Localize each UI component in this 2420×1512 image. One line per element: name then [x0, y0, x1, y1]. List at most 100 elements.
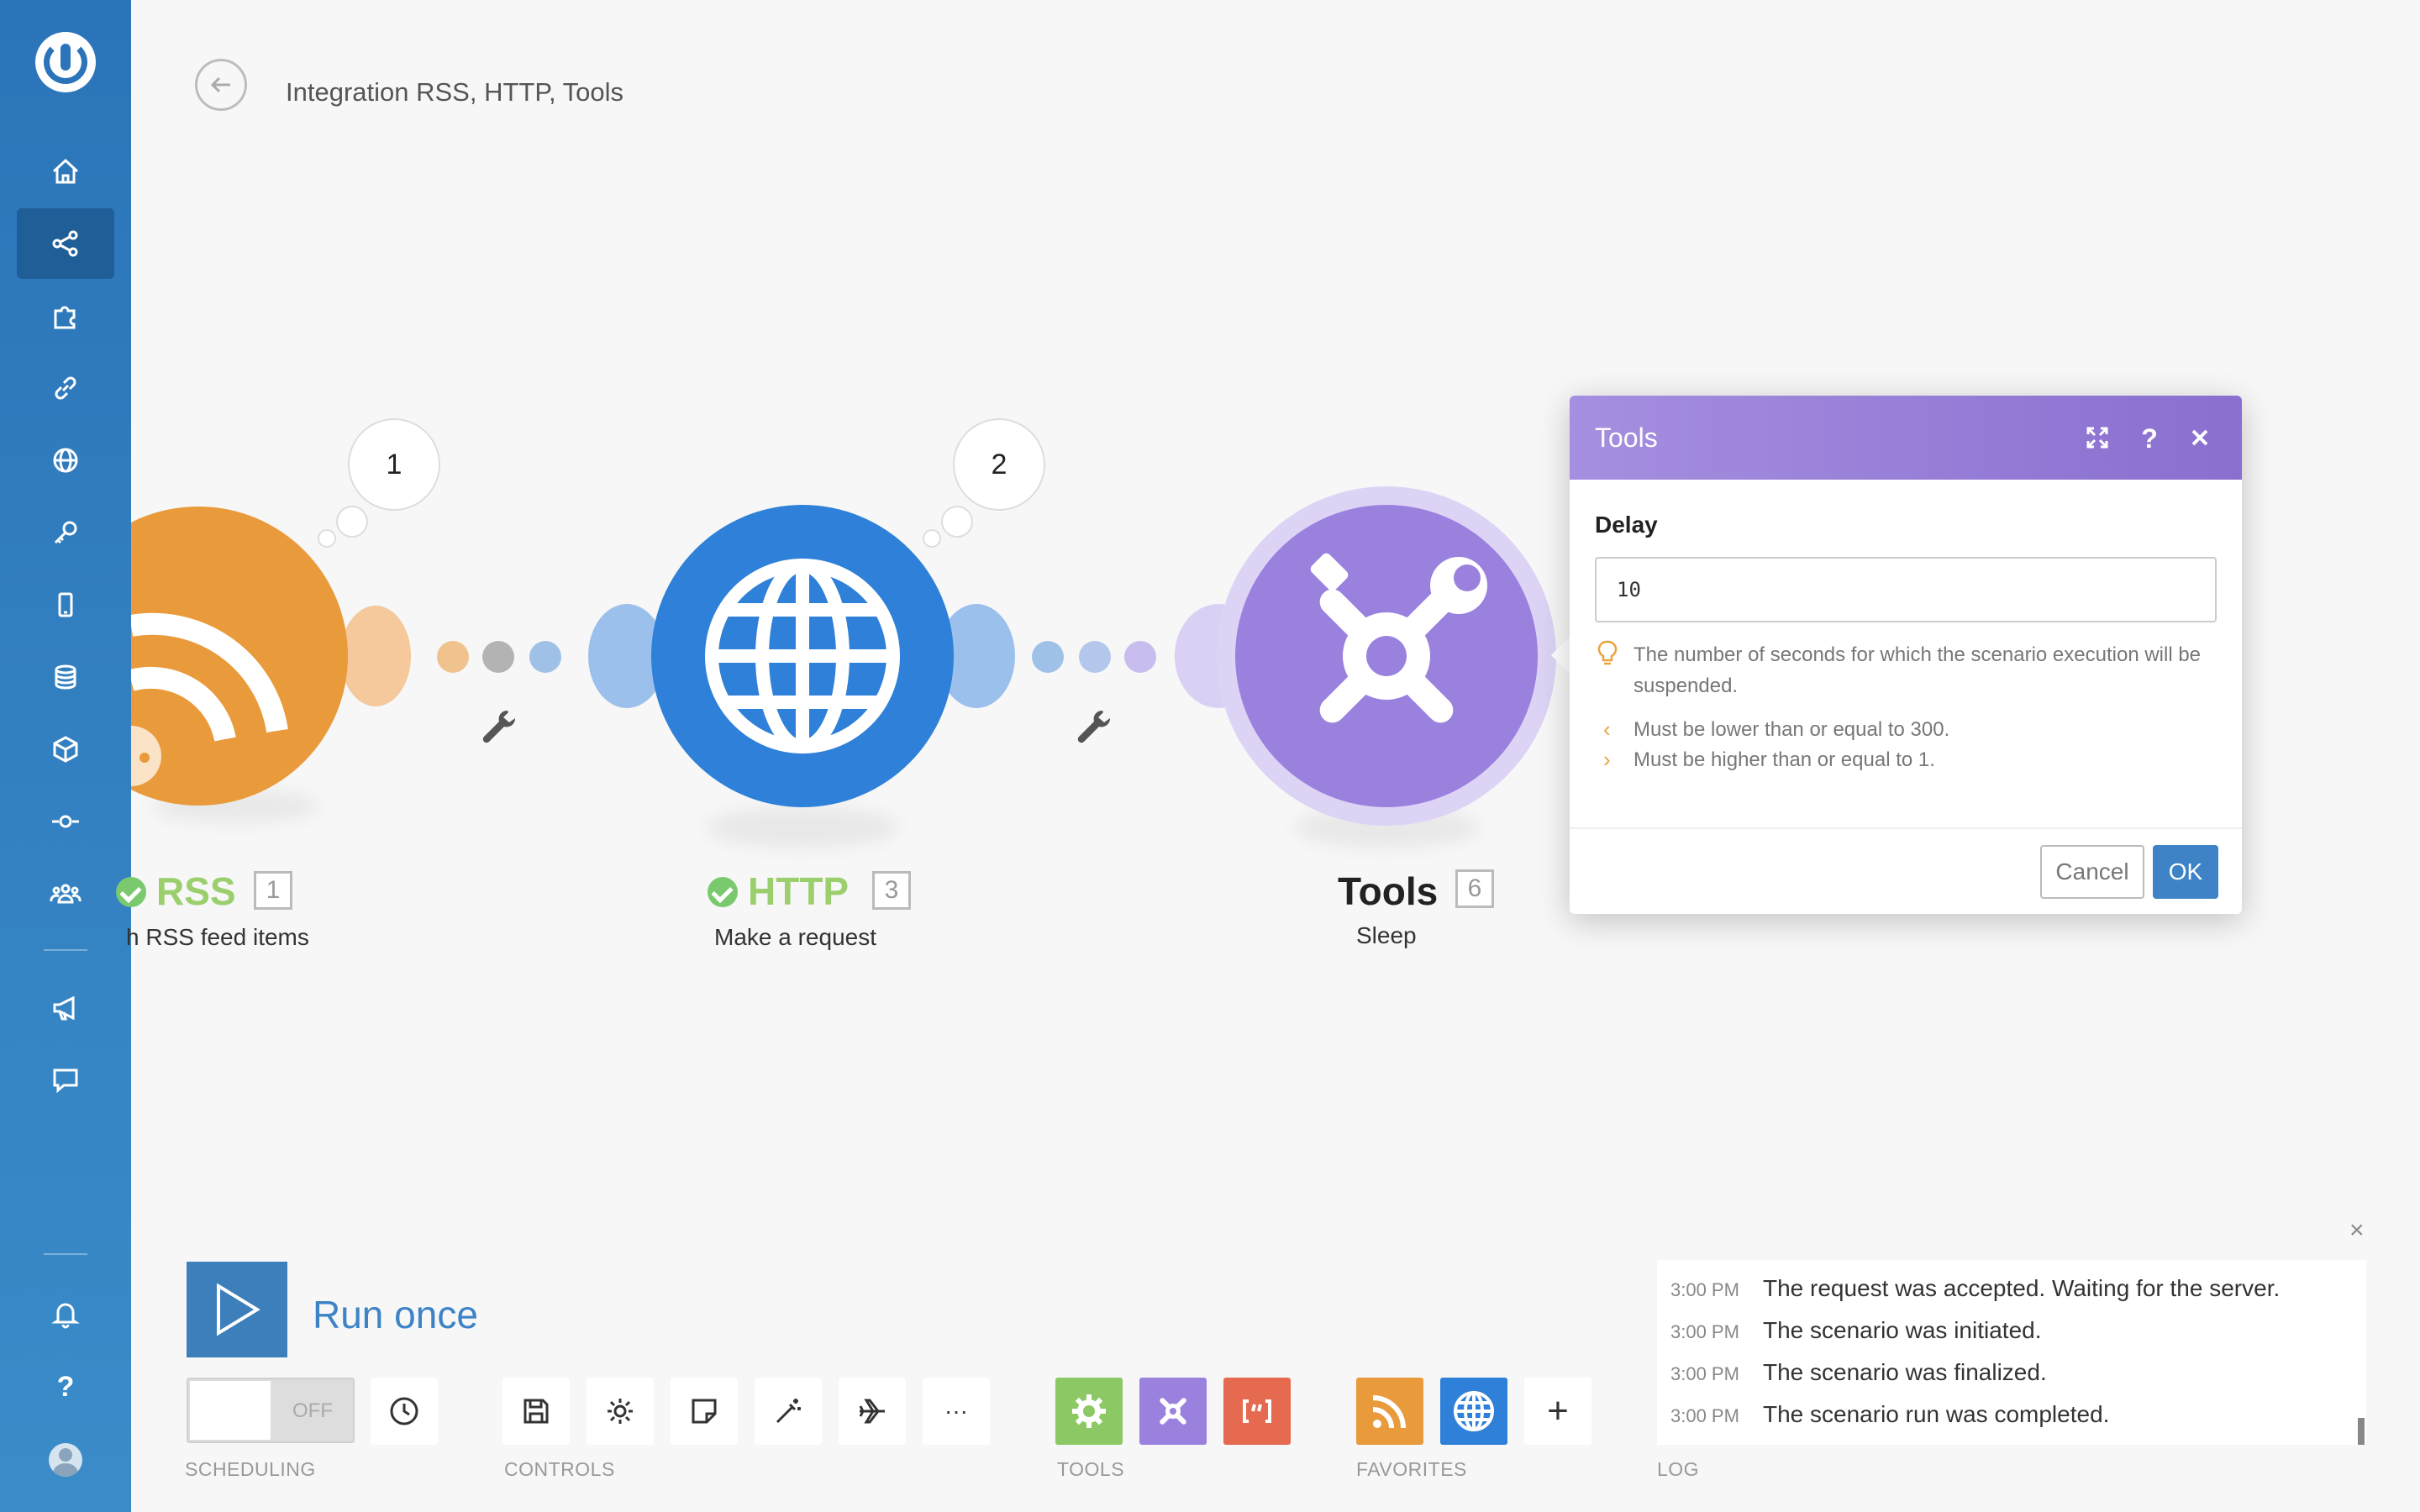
tools-settings-dialog: Tools ? Delay The number of seconds for …: [1570, 396, 2242, 914]
tools-section-label: TOOLS: [1057, 1458, 1125, 1480]
scheduling-section-label: SCHEDULING: [185, 1458, 316, 1480]
key-icon[interactable]: [17, 497, 114, 568]
svg-text:?: ?: [57, 1371, 75, 1403]
module-name: HTTP: [748, 869, 850, 913]
close-log-icon[interactable]: ×: [2349, 1216, 2365, 1245]
arrow-left-icon: [210, 76, 230, 93]
log-time: 3:00 PM: [1670, 1279, 1739, 1300]
airplane-icon: [859, 1399, 885, 1424]
log-scrollbar[interactable]: [2358, 1418, 2365, 1445]
link-icon[interactable]: [17, 353, 114, 423]
help-icon[interactable]: ?: [2133, 421, 2166, 454]
home-icon[interactable]: [17, 136, 114, 207]
log-entry: 3:00 PM The scenario was initiated.: [1670, 1317, 2042, 1344]
schedule-clock-button[interactable]: [371, 1378, 438, 1445]
rss-favorite-tile[interactable]: [1356, 1378, 1423, 1445]
close-icon[interactable]: [2183, 421, 2217, 454]
connector-dot: [1032, 641, 1064, 673]
webhook-icon[interactable]: [17, 786, 114, 857]
play-icon: [217, 1283, 260, 1336]
mobile-icon[interactable]: [17, 570, 114, 640]
chevron-left-icon: ‹: [1603, 717, 1611, 742]
http-module[interactable]: [580, 496, 1034, 815]
avatar[interactable]: [49, 1443, 82, 1477]
svg-text:?: ?: [2141, 423, 2158, 453]
bubble-tail: [923, 529, 941, 548]
clock-icon: [390, 1397, 418, 1425]
log-time: 3:00 PM: [1670, 1363, 1739, 1384]
back-button[interactable]: [195, 59, 247, 111]
rule-max: Must be lower than or equal to 300.: [1634, 718, 1950, 741]
gear-icon: [1072, 1394, 1106, 1428]
log-entry: 3:00 PM The scenario was finalized.: [1670, 1359, 2047, 1386]
globe-icon: [1454, 1391, 1494, 1431]
wrench-icon[interactable]: [1072, 706, 1114, 748]
bubble-tail: [336, 506, 368, 538]
tools-tile[interactable]: [1139, 1378, 1207, 1445]
ok-button[interactable]: OK: [2153, 845, 2218, 899]
log-entry: 3:00 PM The request was accepted. Waitin…: [1670, 1275, 2280, 1302]
run-once-button[interactable]: [187, 1262, 287, 1357]
operations-bubble: 2: [953, 418, 1045, 511]
scheduling-toggle[interactable]: OFF: [187, 1378, 355, 1443]
module-id-badge: 1: [254, 871, 292, 910]
chevron-right-icon: ›: [1603, 747, 1611, 772]
log-entry: 3:00 PM The scenario run was completed.: [1670, 1401, 2109, 1428]
connector-dot: [437, 641, 469, 673]
connector-dot: [1079, 641, 1111, 673]
log-message: The scenario was initiated.: [1763, 1317, 2042, 1343]
log-time: 3:00 PM: [1670, 1405, 1739, 1426]
toggle-knob: [190, 1381, 271, 1440]
sidebar-divider: [44, 1253, 87, 1255]
explain-flow-button[interactable]: [839, 1378, 906, 1445]
auto-align-button[interactable]: [755, 1378, 822, 1445]
chat-icon[interactable]: [17, 1045, 114, 1116]
log-section-label: LOG: [1657, 1458, 1700, 1480]
text-parser-tile[interactable]: [1223, 1378, 1291, 1445]
run-once-label[interactable]: Run once: [313, 1292, 478, 1337]
dialog-pointer: [1551, 637, 1570, 674]
dialog-divider: [1570, 827, 2242, 829]
megaphone-icon[interactable]: [17, 973, 114, 1043]
favorites-section-label: FAVORITES: [1356, 1458, 1467, 1480]
help-icon[interactable]: ?: [17, 1351, 114, 1421]
delay-hint: The number of seconds for which the scen…: [1634, 643, 2202, 697]
module-subtitle: Sleep: [1356, 922, 1417, 948]
delay-input[interactable]: [1595, 557, 2217, 622]
bell-icon[interactable]: [17, 1278, 114, 1349]
delay-label: Delay: [1595, 512, 1658, 538]
success-check-icon: [116, 877, 146, 907]
save-button[interactable]: [502, 1378, 570, 1445]
flow-control-tile[interactable]: [1055, 1378, 1123, 1445]
operations-bubble: 1: [348, 418, 440, 511]
wrench-icon[interactable]: [477, 706, 519, 748]
module-subtitle: Make a request: [714, 924, 876, 950]
make-logo[interactable]: [35, 32, 96, 92]
lightbulb-icon: [1597, 640, 1618, 665]
puzzle-icon[interactable]: [17, 281, 114, 351]
box-icon[interactable]: [17, 714, 114, 785]
tools-module[interactable]: [1168, 484, 1571, 828]
globe-icon[interactable]: [17, 425, 114, 496]
module-id-badge: 3: [872, 871, 911, 910]
log-time: 3:00 PM: [1670, 1321, 1739, 1342]
share-icon[interactable]: [17, 208, 114, 279]
sidebar: ?: [0, 0, 131, 1512]
bubble-tail: [318, 529, 336, 548]
log-message: The scenario run was completed.: [1763, 1401, 2110, 1427]
team-icon[interactable]: [17, 858, 114, 929]
page-title: Integration RSS, HTTP, Tools: [286, 77, 624, 107]
rss-module[interactable]: [131, 501, 417, 820]
expand-icon[interactable]: [2081, 421, 2114, 454]
settings-button[interactable]: [587, 1378, 654, 1445]
cancel-button[interactable]: Cancel: [2040, 845, 2144, 899]
toggle-label: OFF: [292, 1399, 333, 1422]
log-panel: 3:00 PM The request was accepted. Waitin…: [1657, 1260, 2366, 1445]
database-icon[interactable]: [17, 642, 114, 712]
add-favorite-button[interactable]: +: [1524, 1378, 1591, 1445]
bubble-tail: [941, 506, 973, 538]
more-button[interactable]: ···: [923, 1378, 990, 1445]
http-favorite-tile[interactable]: [1440, 1378, 1507, 1445]
module-id-badge: 6: [1455, 869, 1494, 908]
notes-button[interactable]: [671, 1378, 738, 1445]
